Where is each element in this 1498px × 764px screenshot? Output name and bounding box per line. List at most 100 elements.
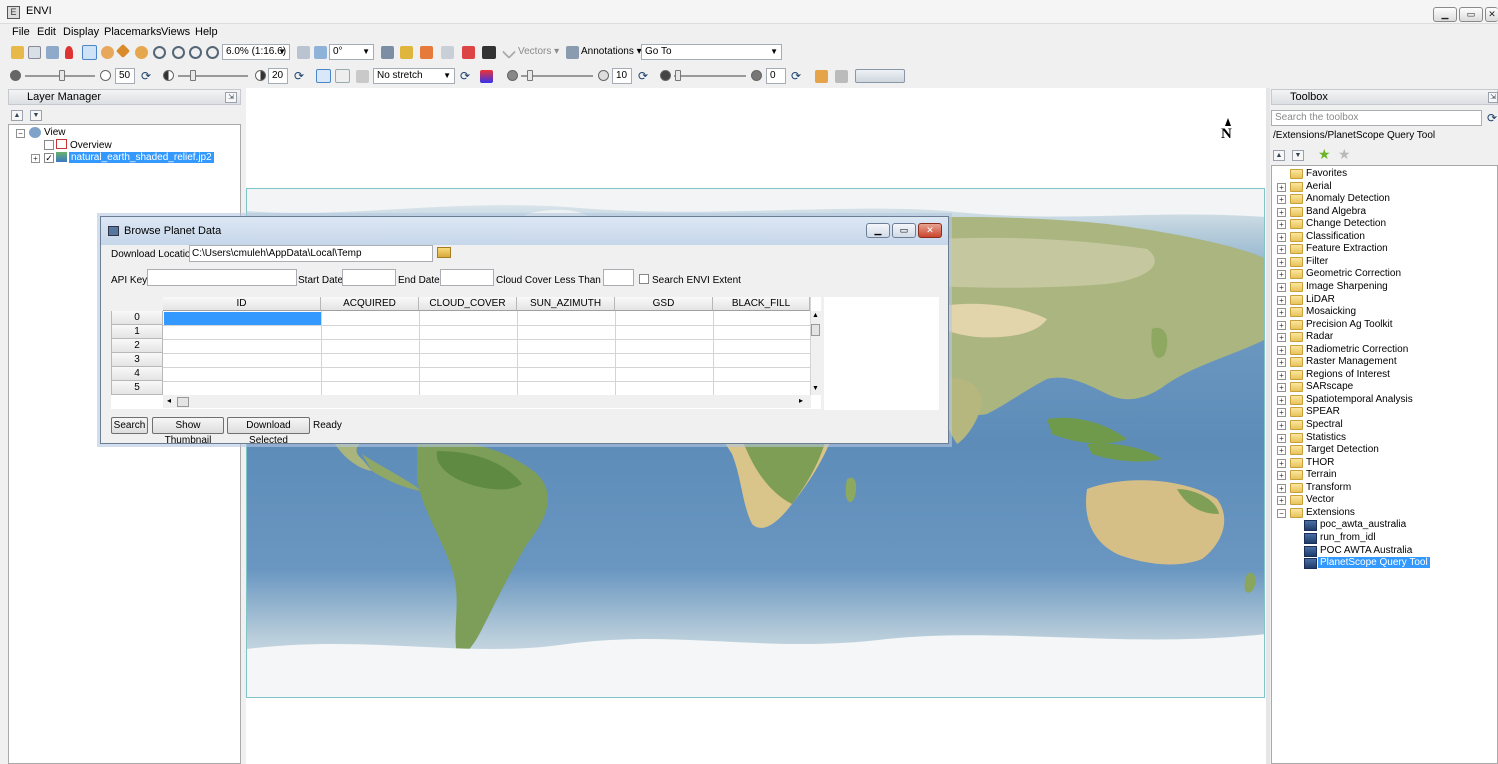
toolbox-folder-terrain[interactable]: Terrain [1306, 469, 1337, 480]
contrast-slider-track[interactable] [178, 75, 248, 77]
horizontal-scrollbar[interactable] [163, 395, 811, 408]
toolbox-folder-anomaly-detection[interactable]: Anomaly Detection [1306, 193, 1390, 204]
pin-panel-icon[interactable]: ⇲ [225, 92, 237, 103]
toolbox-tool-poc-awta-australia[interactable]: poc_awta_australia [1320, 519, 1406, 530]
expand-folder-icon[interactable]: + [1277, 208, 1286, 217]
reset-contrast-icon[interactable]: ⟳ [294, 69, 304, 83]
expand-folder-icon[interactable]: + [1277, 496, 1286, 505]
expand-folder-icon[interactable]: + [1277, 371, 1286, 380]
search-button[interactable]: Search [111, 417, 148, 434]
expand-folder-icon[interactable]: + [1277, 321, 1286, 330]
spectral-profile-icon[interactable] [400, 46, 413, 59]
expand-folder-icon[interactable]: + [1277, 333, 1286, 342]
expand-folder-icon[interactable]: + [1277, 471, 1286, 480]
portal-icon[interactable] [462, 46, 475, 59]
toolbox-tool-planetscope-query-tool[interactable]: PlanetScope Query Tool [1318, 557, 1430, 568]
menu-display[interactable]: Display [63, 26, 99, 38]
expand-folder-icon[interactable]: + [1277, 484, 1286, 493]
toolbox-collapse-icon[interactable]: ▲ [1273, 150, 1285, 161]
results-table[interactable]: ID ACQUIRED CLOUD_COVER SUN_AZIMUTH GSD … [111, 297, 821, 409]
end-date-input[interactable] [440, 269, 494, 286]
toolbox-folder-statistics[interactable]: Statistics [1306, 432, 1346, 443]
select-cursor-icon[interactable] [82, 45, 97, 60]
rotation-dropdown[interactable]: 0° ▼ [329, 44, 374, 60]
brightness-value-field[interactable]: 50 [115, 68, 135, 84]
tree-item-raster-layer[interactable]: natural_earth_shaded_relief.jp2 [69, 152, 214, 163]
expand-folder-icon[interactable]: + [1277, 459, 1286, 468]
transparency-slider-thumb[interactable] [675, 70, 681, 81]
panel-splitter[interactable] [1266, 88, 1270, 764]
minimize-button[interactable]: ▁ [1433, 7, 1457, 22]
zoom-dropdown[interactable]: 6.0% (1:16.6) ▼ [222, 44, 290, 60]
row-header[interactable]: 3 [111, 353, 163, 367]
start-date-input[interactable] [342, 269, 396, 286]
stretch-dropdown[interactable]: No stretch ▼ [373, 68, 455, 84]
column-header-sun-azimuth[interactable]: SUN_AZIMUTH [517, 297, 615, 311]
stretch-view-icon[interactable] [335, 69, 350, 83]
chip-icon[interactable] [835, 70, 848, 83]
menu-views[interactable]: Views [161, 26, 190, 38]
toolbox-folder-filter[interactable]: Filter [1306, 256, 1328, 267]
move-up-icon[interactable]: ▲ [11, 110, 23, 121]
menu-help[interactable]: Help [195, 26, 218, 38]
expand-folder-icon[interactable]: + [1277, 408, 1286, 417]
toolbox-folder-regions-of-interest[interactable]: Regions of Interest [1306, 369, 1390, 380]
expand-folder-icon[interactable]: + [1277, 283, 1286, 292]
column-header-id[interactable]: ID [163, 297, 321, 311]
expand-folder-icon[interactable]: + [1277, 296, 1286, 305]
row-header[interactable]: 5 [111, 381, 163, 395]
expand-folder-icon[interactable]: + [1277, 183, 1286, 192]
contrast-value-field[interactable]: 20 [268, 68, 288, 84]
toolbox-folder-spectral[interactable]: Spectral [1306, 419, 1343, 430]
menu-file[interactable]: File [12, 26, 30, 38]
transparency-slider-track[interactable] [674, 75, 746, 77]
toolbox-folder-geometric-correction[interactable]: Geometric Correction [1306, 268, 1401, 279]
toolbox-folder-extensions[interactable]: Extensions [1306, 507, 1355, 518]
expand-folder-icon[interactable]: + [1277, 383, 1286, 392]
zoom-icon[interactable] [153, 46, 166, 59]
toolbox-folder-favorites[interactable]: Favorites [1306, 168, 1347, 179]
dialog-maximize-button[interactable]: ▭ [892, 223, 916, 238]
contrast-slider-thumb[interactable] [190, 70, 196, 81]
api-key-input[interactable] [147, 269, 297, 286]
expand-folder-icon[interactable]: + [1277, 358, 1286, 367]
zoom-in-icon[interactable] [172, 46, 185, 59]
dialog-close-button[interactable]: ✕ [918, 223, 942, 238]
tree-item-overview[interactable]: Overview [70, 140, 112, 151]
menu-placemarks[interactable]: Placemarks [104, 26, 161, 38]
toolbox-folder-radiometric-correction[interactable]: Radiometric Correction [1306, 344, 1408, 355]
scroll-left-icon[interactable]: ◂ [167, 396, 171, 405]
toolbox-folder-sarscape[interactable]: SARscape [1306, 381, 1353, 392]
row-header[interactable]: 4 [111, 367, 163, 381]
toolbox-folder-feature-extraction[interactable]: Feature Extraction [1306, 243, 1388, 254]
toolbox-folder-aerial[interactable]: Aerial [1306, 181, 1332, 192]
toolbox-folder-precision-ag-toolkit[interactable]: Precision Ag Toolkit [1306, 319, 1393, 330]
sharpen-value-field[interactable]: 10 [612, 68, 632, 84]
expand-folder-icon[interactable]: + [1277, 270, 1286, 279]
cloud-cover-input[interactable] [603, 269, 634, 286]
reset-stretch-icon[interactable]: ⟳ [460, 69, 470, 83]
toolbox-tool-run-from-idl[interactable]: run_from_idl [1320, 532, 1376, 543]
search-extent-checkbox[interactable] [639, 274, 649, 284]
overview-checkbox[interactable] [44, 140, 54, 150]
expand-folder-icon[interactable]: + [1277, 434, 1286, 443]
transparency-value-field[interactable]: 0 [766, 68, 786, 84]
toolbox-tool-poc-awta-australia[interactable]: POC AWTA Australia [1320, 545, 1412, 556]
toolbox-folder-raster-management[interactable]: Raster Management [1306, 356, 1397, 367]
expand-folder-icon[interactable]: + [1277, 446, 1286, 455]
histogram-icon[interactable] [815, 70, 828, 83]
expand-folder-icon[interactable]: + [1277, 233, 1286, 242]
toolbox-folder-image-sharpening[interactable]: Image Sharpening [1306, 281, 1388, 292]
data-manager-icon[interactable] [28, 46, 41, 59]
move-down-icon[interactable]: ▼ [30, 110, 42, 121]
stretch-lock-icon[interactable] [356, 70, 369, 83]
collapse-view-icon[interactable]: − [16, 129, 25, 138]
rotate-right-icon[interactable] [314, 46, 327, 59]
pin-icon[interactable] [65, 46, 73, 59]
show-thumbnail-button[interactable]: Show Thumbnail [152, 417, 224, 446]
expand-folder-icon[interactable]: − [1277, 509, 1286, 518]
color-table-icon[interactable] [480, 70, 493, 83]
column-header-cloud-cover[interactable]: CLOUD_COVER [419, 297, 517, 311]
expand-folder-icon[interactable]: + [1277, 245, 1286, 254]
stretch-full-icon[interactable] [316, 69, 331, 83]
